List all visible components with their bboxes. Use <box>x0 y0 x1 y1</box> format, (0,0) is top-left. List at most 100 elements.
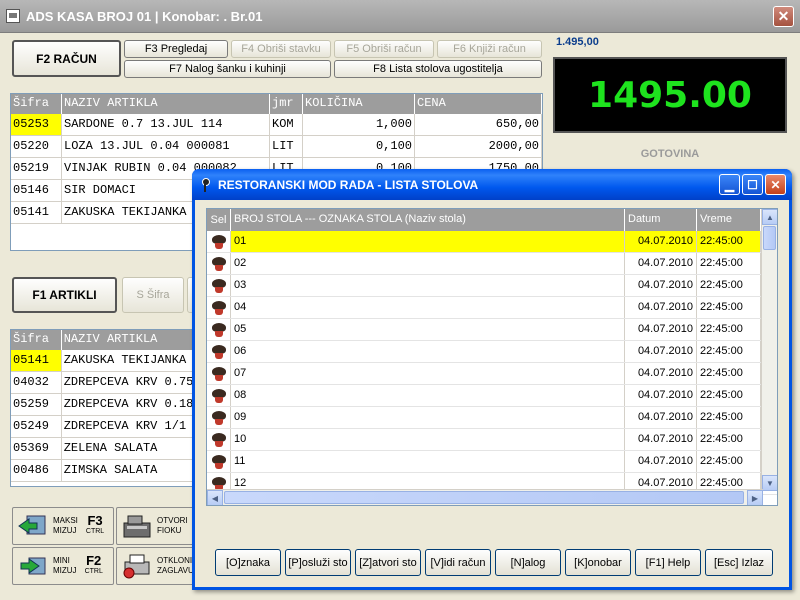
table-name: 03 <box>231 275 625 296</box>
posluzi-sto-button[interactable]: [P]osluži sto <box>285 549 351 576</box>
article-code: 04032 <box>11 372 62 393</box>
table-row[interactable]: 05259 ZDREPCEVA KRV 0.187 <box>11 394 195 416</box>
row-select-cell[interactable] <box>207 429 231 450</box>
article-name: ZDREPCEVA KRV 0.75 <box>62 372 195 393</box>
window-title: ADS KASA BROJ 01 | Konobar: . Br.01 <box>26 8 263 24</box>
dialog-minimize-button[interactable]: ▁ <box>719 174 740 195</box>
table-list-dialog: RESTORANSKI MOD RADA - LISTA STOLOVA ▁ ☐… <box>192 169 792 590</box>
waiter-icon <box>211 454 227 470</box>
table-name: 02 <box>231 253 625 274</box>
maximize-button[interactable]: MAKSI MIZUJ F3 CTRL <box>12 507 114 545</box>
total-amount-display: 1495.00 <box>553 57 787 133</box>
table-row[interactable]: 02 04.07.2010 22:45:00 <box>207 253 777 275</box>
table-row[interactable]: 01 04.07.2010 22:45:00 <box>207 231 777 253</box>
table-row[interactable]: 05369 ZELENA SALATA <box>11 438 195 460</box>
main-close-button[interactable]: ✕ <box>773 6 794 27</box>
waiter-icon <box>211 256 227 272</box>
table-date: 04.07.2010 <box>625 253 697 274</box>
clear-header-button[interactable]: OTKLONI ZAGLAVU <box>116 547 196 585</box>
table-row[interactable]: 04032 ZDREPCEVA KRV 0.75 <box>11 372 195 394</box>
obrisi-stavku-button[interactable]: F4 Obriši stavku <box>231 40 331 58</box>
table-row[interactable]: 10 04.07.2010 22:45:00 <box>207 429 777 451</box>
articles-table-header: Šifra NAZIV ARTIKLA <box>11 330 195 350</box>
main-window-titlebar: ADS KASA BROJ 01 | Konobar: . Br.01 ✕ <box>0 0 800 33</box>
item-unit: KOM <box>270 114 303 135</box>
row-select-cell[interactable] <box>207 231 231 252</box>
table-date: 04.07.2010 <box>625 319 697 340</box>
column-header-date: Datum <box>625 209 697 231</box>
row-select-cell[interactable] <box>207 319 231 340</box>
nalog-sanku-button[interactable]: F7 Nalog šanku i kuhinji <box>124 60 331 78</box>
function-key-sub: CTRL <box>85 528 105 535</box>
table-row[interactable]: 00486 ZIMSKA SALATA <box>11 460 195 482</box>
table-time: 22:45:00 <box>697 253 761 274</box>
scroll-left-button[interactable]: ◀ <box>207 490 223 505</box>
racun-button[interactable]: F2 RAČUN <box>12 40 121 77</box>
vertical-scrollbar[interactable]: ▲ ▼ <box>761 209 777 491</box>
row-select-cell[interactable] <box>207 385 231 406</box>
open-drawer-button[interactable]: OTVORI FIOKU <box>116 507 196 545</box>
row-select-cell[interactable] <box>207 297 231 318</box>
minimize-icon: ▁ <box>724 177 735 192</box>
table-row[interactable]: 05141 ZAKUSKA TEKIJANKA <box>11 350 195 372</box>
table-row[interactable]: 05220 LOZA 13.JUL 0.04 000081 LIT 0,100 … <box>11 136 542 158</box>
table-row[interactable]: 03 04.07.2010 22:45:00 <box>207 275 777 297</box>
minimize-button[interactable]: MINI MIZUJ F2 CTRL <box>12 547 114 585</box>
item-code: 05219 <box>11 158 62 179</box>
row-select-cell[interactable] <box>207 275 231 296</box>
column-header: Šifra <box>11 94 62 114</box>
row-select-cell[interactable] <box>207 253 231 274</box>
table-row[interactable]: 04 04.07.2010 22:45:00 <box>207 297 777 319</box>
article-name: ZDREPCEVA KRV 0.187 <box>62 394 195 415</box>
table-row[interactable]: 08 04.07.2010 22:45:00 <box>207 385 777 407</box>
nalog-button[interactable]: [N]alog <box>495 549 561 576</box>
chevron-left-icon: ◀ <box>211 493 219 503</box>
vidi-racun-button[interactable]: [V]idi račun <box>425 549 491 576</box>
knjizi-racun-button[interactable]: F6 Knjiži račun <box>437 40 542 58</box>
table-row[interactable]: 09 04.07.2010 22:45:00 <box>207 407 777 429</box>
table-row[interactable]: 06 04.07.2010 22:45:00 <box>207 341 777 363</box>
dialog-close-button[interactable]: ✕ <box>765 174 786 195</box>
articles-table[interactable]: Šifra NAZIV ARTIKLA 05141 ZAKUSKA TEKIJAN… <box>10 329 196 487</box>
row-select-cell[interactable] <box>207 407 231 428</box>
scroll-right-button[interactable]: ▶ <box>747 490 763 505</box>
scroll-down-button[interactable]: ▼ <box>762 475 777 491</box>
row-select-cell[interactable] <box>207 363 231 384</box>
vertical-scroll-thumb[interactable] <box>763 226 776 250</box>
table-time: 22:45:00 <box>697 385 761 406</box>
tool-label: OTVORI <box>157 516 188 525</box>
table-row[interactable]: 05249 ZDREPCEVA KRV 1/1 <box>11 416 195 438</box>
tool-label: MINI <box>53 556 70 565</box>
close-icon: ✕ <box>770 177 781 192</box>
pregledaj-button[interactable]: F3 Pregledaj <box>124 40 228 58</box>
artikli-button[interactable]: F1 ARTIKLI <box>12 277 117 313</box>
table-row[interactable]: 07 04.07.2010 22:45:00 <box>207 363 777 385</box>
table-date: 04.07.2010 <box>625 385 697 406</box>
dialog-maximize-button[interactable]: ☐ <box>742 174 763 195</box>
lista-stolova-button[interactable]: F8 Lista stolova ugostitelja <box>334 60 542 78</box>
dialog-title: RESTORANSKI MOD RADA - LISTA STOLOVA <box>218 177 479 192</box>
tables-grid[interactable]: Sel BROJ STOLA --- OZNAKA STOLA (Naziv s… <box>206 208 778 506</box>
konobar-button[interactable]: [K]onobar <box>565 549 631 576</box>
horizontal-scroll-thumb[interactable] <box>224 491 744 504</box>
article-code: 00486 <box>11 460 62 481</box>
row-select-cell[interactable] <box>207 341 231 362</box>
chevron-right-icon: ▶ <box>751 493 759 503</box>
obrisi-racun-button[interactable]: F5 Obriši račun <box>334 40 434 58</box>
oznaka-button[interactable]: [O]znaka <box>215 549 281 576</box>
item-quantity: 0,100 <box>303 136 415 157</box>
table-name: 05 <box>231 319 625 340</box>
table-row[interactable]: 05253 SARDONE 0.7 13.JUL 114 KOM 1,000 6… <box>11 114 542 136</box>
waiter-icon <box>211 344 227 360</box>
izlaz-button[interactable]: [Esc] Izlaz <box>705 549 773 576</box>
row-select-cell[interactable] <box>207 451 231 472</box>
zatvori-sto-button[interactable]: [Z]atvori sto <box>355 549 421 576</box>
scroll-up-button[interactable]: ▲ <box>762 209 777 225</box>
article-name: ZIMSKA SALATA <box>62 460 195 481</box>
chevron-up-icon: ▲ <box>766 212 774 222</box>
table-row[interactable]: 05 04.07.2010 22:45:00 <box>207 319 777 341</box>
horizontal-scrollbar[interactable]: ◀ ▶ <box>207 489 763 505</box>
sifra-search-button[interactable]: S Šifra <box>122 277 184 313</box>
help-button[interactable]: [F1] Help <box>635 549 701 576</box>
table-row[interactable]: 11 04.07.2010 22:45:00 <box>207 451 777 473</box>
